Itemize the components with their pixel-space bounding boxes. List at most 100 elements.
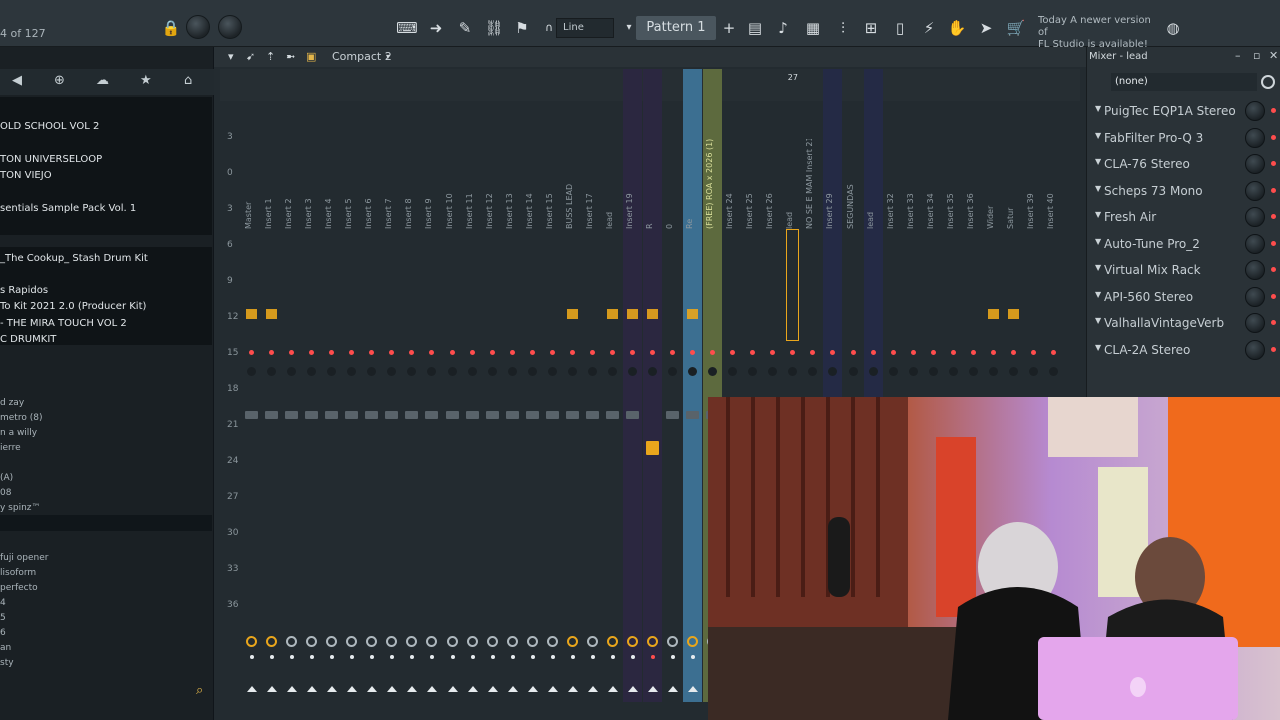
volume-fader[interactable] [425,411,439,419]
record-arm-icon[interactable] [790,350,796,355]
browser-file[interactable]: perfecto [0,583,38,593]
pan-knob[interactable] [708,367,718,376]
browser-item[interactable]: TON UNIVERSELOOP [0,154,102,165]
record-arm-icon[interactable] [910,350,916,355]
record-arm-icon[interactable] [289,350,295,355]
route-arrow-icon[interactable] [607,686,618,692]
mixer-track[interactable]: Master [242,69,261,702]
browser-item[interactable]: s Rapidos [0,285,48,296]
route-dot-icon[interactable] [330,655,335,659]
layout-icon[interactable]: ▣ [306,50,316,63]
maximize-icon[interactable]: ▫ [1253,49,1260,62]
search-icon[interactable]: ⌕ [196,683,203,698]
mixer-track[interactable]: Insert 12 [483,69,502,702]
volume-fader[interactable] [485,411,499,419]
mute-ring-icon[interactable] [626,636,638,647]
typing-keyboard-icon[interactable]: ⌨ [396,17,418,39]
mixer-track[interactable]: R [643,69,662,702]
slot-menu-arrow-icon[interactable]: ▼ [1095,184,1101,193]
slot-menu-arrow-icon[interactable]: ▼ [1095,104,1101,113]
mute-ring-icon[interactable] [466,636,478,647]
mixer-track[interactable]: Insert 5 [342,69,361,702]
mute-ring-icon[interactable] [606,636,618,647]
mute-ring-icon[interactable] [526,636,538,647]
route-dot-icon[interactable] [630,655,635,659]
slot-enable-icon[interactable] [1271,108,1276,113]
record-arm-icon[interactable] [489,350,495,355]
arrow-right-icon[interactable]: ➜ [425,17,447,39]
pan-knob[interactable] [527,367,537,376]
pan-knob[interactable] [1049,367,1058,376]
update-news[interactable]: Today A newer version of FL Studio is av… [1038,15,1158,51]
pan-knob[interactable] [507,367,517,376]
mixer-track[interactable]: Insert 14 [523,69,542,702]
pan-knob[interactable] [848,367,858,376]
mixer-track[interactable]: Insert 15 [543,69,562,702]
record-arm-icon[interactable] [950,350,956,355]
slot-mix-knob[interactable] [1245,286,1265,307]
mute-ring-icon[interactable] [566,636,578,647]
clock-icon[interactable] [1261,75,1275,89]
mute-ring-icon[interactable] [286,636,298,647]
effect-slot[interactable]: ▼ Scheps 73 Mono [1095,179,1280,203]
record-arm-icon[interactable] [309,350,315,355]
volume-fader[interactable] [565,411,579,419]
route-arrow-icon[interactable] [648,686,658,692]
mute-ring-icon[interactable] [326,636,338,647]
record-arm-icon[interactable] [1051,350,1056,355]
volume-fader[interactable] [505,411,519,419]
effect-slot[interactable]: ▼ CLA-2A Stereo [1095,338,1280,362]
record-arm-icon[interactable] [990,350,996,355]
pan-knob[interactable] [427,367,437,376]
route-dot-icon[interactable] [691,655,696,659]
pan-knob[interactable] [748,367,758,376]
route-dot-icon[interactable] [430,655,435,659]
browser-item[interactable]: - THE MIRA TOUCH VOL 2 [0,318,127,329]
mute-ring-icon[interactable] [426,636,438,647]
volume-fader[interactable] [405,411,419,419]
record-arm-icon[interactable] [589,350,595,355]
pan-knob[interactable] [327,367,337,376]
globe-icon[interactable]: ◍ [1162,17,1184,39]
route-arrow-icon[interactable] [427,686,438,692]
volume-fader[interactable] [686,411,700,419]
record-arm-icon[interactable] [650,350,655,355]
route-arrow-icon[interactable] [668,686,679,692]
add-pattern-icon[interactable]: + [718,17,740,39]
route-dot-icon[interactable] [550,655,555,659]
record-arm-icon[interactable] [569,350,575,355]
pan-knob[interactable] [247,367,256,376]
pan-knob[interactable] [808,367,818,376]
route-arrow-icon[interactable] [587,686,598,692]
volume-fader[interactable] [445,411,459,419]
slot-menu-arrow-icon[interactable]: ▼ [1095,237,1101,246]
mixer-track[interactable]: Insert 17 [583,69,602,702]
record-arm-icon[interactable] [509,350,515,355]
back-arrow-icon[interactable]: ◀ [12,73,22,88]
volume-fader[interactable] [646,441,659,455]
mute-ring-icon[interactable] [246,636,257,647]
slot-enable-icon[interactable] [1271,293,1276,299]
volume-fader[interactable] [365,411,379,419]
pan-knob[interactable] [447,367,457,376]
browser-file[interactable]: fuji opener [0,553,48,563]
record-arm-icon[interactable] [870,350,876,355]
volume-fader[interactable] [325,411,339,419]
pan-knob[interactable] [547,367,557,376]
pan-knob[interactable] [1008,367,1018,376]
send-icon[interactable]: ➼ [286,50,295,63]
browser-file[interactable]: 4 [0,598,6,608]
pan-knob[interactable] [387,367,397,376]
project-file-icon[interactable]: ▯ [889,17,911,39]
mixer-track[interactable]: Insert 9 [422,69,441,702]
mixer-layout-label[interactable]: Compact 2 [332,50,392,63]
record-arm-icon[interactable] [609,350,615,355]
record-arm-icon[interactable] [629,350,635,355]
pan-knob[interactable] [948,367,958,376]
mute-ring-icon[interactable] [406,636,418,647]
slot-mix-knob[interactable] [1245,207,1265,227]
slot-enable-icon[interactable] [1271,267,1276,272]
route-dot-icon[interactable] [250,655,254,659]
slot-enable-icon[interactable] [1271,240,1276,246]
slot-enable-icon[interactable] [1271,214,1276,219]
